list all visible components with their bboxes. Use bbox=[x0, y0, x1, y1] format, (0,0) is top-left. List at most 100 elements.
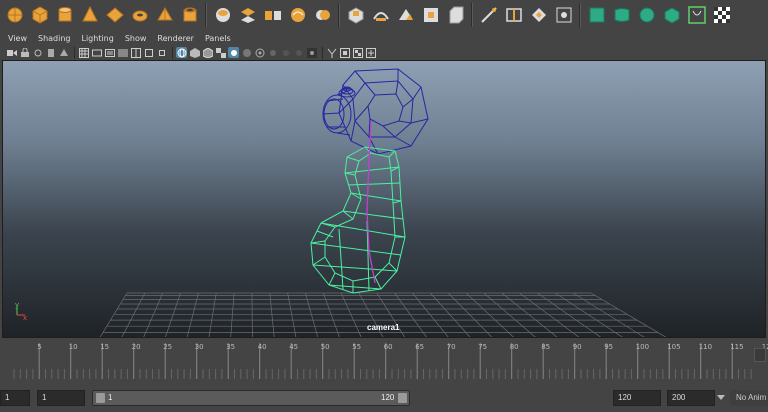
append-polygon-icon[interactable] bbox=[395, 4, 417, 26]
animation-start-field[interactable]: 1 bbox=[0, 390, 30, 406]
safe-action-icon[interactable] bbox=[143, 47, 154, 58]
bevel-icon[interactable] bbox=[445, 4, 467, 26]
motion-blur-icon[interactable] bbox=[280, 47, 291, 58]
shadows-icon[interactable] bbox=[241, 47, 252, 58]
booleans-icon[interactable] bbox=[312, 4, 334, 26]
extrude-icon[interactable] bbox=[345, 4, 367, 26]
poly-pyramid-icon[interactable] bbox=[154, 4, 176, 26]
perspective-viewport[interactable]: y x camera1 bbox=[2, 60, 766, 338]
poly-cube-icon[interactable] bbox=[29, 4, 51, 26]
gate-mask-icon[interactable] bbox=[117, 47, 128, 58]
timeline-tick-label: 5 bbox=[37, 343, 41, 351]
insert-edge-loop-icon[interactable] bbox=[503, 4, 525, 26]
uv-planar-icon[interactable] bbox=[586, 4, 608, 26]
shelf-toolbar bbox=[0, 0, 768, 30]
xray-joints-icon[interactable] bbox=[339, 47, 350, 58]
poly-torus-icon[interactable] bbox=[129, 4, 151, 26]
wireframe-icon[interactable] bbox=[176, 47, 187, 58]
anim-layer-dropdown-arrow-icon[interactable] bbox=[717, 395, 725, 400]
axis-indicator: y x bbox=[15, 301, 27, 322]
camera-model-wireframe[interactable] bbox=[322, 68, 429, 155]
lock-camera-icon[interactable] bbox=[19, 47, 30, 58]
combine-icon[interactable] bbox=[212, 4, 234, 26]
depth-of-field-icon[interactable] bbox=[306, 47, 317, 58]
film-gate-icon[interactable] bbox=[91, 47, 102, 58]
smooth-icon[interactable] bbox=[287, 4, 309, 26]
animation-end-field[interactable]: 200 bbox=[667, 390, 715, 406]
range-start-label: 1 bbox=[108, 393, 113, 402]
xray-active-icon[interactable] bbox=[352, 47, 363, 58]
menu-renderer[interactable]: Renderer bbox=[157, 34, 194, 43]
timeline-tick-label: 90 bbox=[573, 343, 582, 351]
range-end-handle[interactable] bbox=[398, 393, 407, 403]
time-slider-ruler[interactable]: 5 10 15 20 25 30 35 40 45 50 55 60 65 70 75 80 85 90 95 100… bbox=[0, 339, 768, 383]
textured-icon[interactable] bbox=[215, 47, 226, 58]
timeline-tick-label: 25 bbox=[163, 343, 172, 351]
menu-shading[interactable]: Shading bbox=[38, 34, 71, 43]
poly-sphere-icon[interactable] bbox=[4, 4, 26, 26]
timeline-tick-label: 40 bbox=[258, 343, 267, 351]
smooth-shade-icon[interactable] bbox=[189, 47, 200, 58]
timeline-tick-label: 95 bbox=[604, 343, 613, 351]
select-camera-icon[interactable] bbox=[6, 47, 17, 58]
timeline-tick-label: 15 bbox=[100, 343, 109, 351]
axis-y-label: y bbox=[15, 301, 19, 309]
range-slider-bar: 1 1 1 120 120 200 No Anim Layer bbox=[0, 384, 768, 412]
handle-model-wireframe[interactable] bbox=[310, 146, 406, 294]
merge-icon[interactable] bbox=[553, 4, 575, 26]
field-chart-icon[interactable] bbox=[130, 47, 141, 58]
separate-icon[interactable] bbox=[237, 4, 259, 26]
poly-pipe-icon[interactable] bbox=[179, 4, 201, 26]
uv-spherical-icon[interactable] bbox=[636, 4, 658, 26]
toolbar-divider bbox=[172, 46, 173, 59]
safe-title-icon[interactable] bbox=[156, 47, 167, 58]
time-slider-scroll-button[interactable] bbox=[754, 348, 766, 362]
menu-lighting[interactable]: Lighting bbox=[81, 34, 113, 43]
isolate-select-icon[interactable] bbox=[326, 47, 337, 58]
menu-view[interactable]: View bbox=[8, 34, 27, 43]
panel-menu-bar: View Shading Lighting Show Renderer Pane… bbox=[0, 31, 768, 45]
axis-x-label: x bbox=[23, 314, 27, 322]
image-plane-icon[interactable] bbox=[58, 47, 69, 58]
time-slider[interactable]: 5 10 15 20 25 30 35 40 45 50 55 60 65 70 75 80 85 90 95 100… bbox=[0, 339, 768, 383]
menu-show[interactable]: Show bbox=[125, 34, 147, 43]
poly-plane-icon[interactable] bbox=[104, 4, 126, 26]
uv-checker-icon[interactable] bbox=[711, 4, 733, 26]
use-all-lights-icon[interactable] bbox=[228, 47, 239, 58]
resolution-gate-icon[interactable] bbox=[104, 47, 115, 58]
scene-canvas[interactable]: y x bbox=[3, 61, 766, 338]
playback-end-field[interactable]: 120 bbox=[613, 390, 661, 406]
multi-cut-icon[interactable] bbox=[478, 4, 500, 26]
panel-toolbar bbox=[0, 45, 768, 60]
shelf-separator bbox=[205, 3, 207, 27]
fill-hole-icon[interactable] bbox=[420, 4, 442, 26]
wireframe-on-shaded-icon[interactable] bbox=[202, 47, 213, 58]
timeline-tick-label: 110 bbox=[699, 343, 712, 351]
timeline-tick-label: 55 bbox=[352, 343, 361, 351]
extract-icon[interactable] bbox=[262, 4, 284, 26]
grid-line bbox=[99, 292, 128, 337]
bookmarks-icon[interactable] bbox=[45, 47, 56, 58]
timeline-tick-label: 20 bbox=[132, 343, 141, 351]
uv-cylindrical-icon[interactable] bbox=[611, 4, 633, 26]
poly-cylinder-icon[interactable] bbox=[54, 4, 76, 26]
anim-layer-field[interactable]: No Anim Layer bbox=[730, 390, 768, 406]
ambient-occlusion-icon[interactable] bbox=[267, 47, 278, 58]
toolbar-divider bbox=[74, 46, 75, 59]
timeline-tick-label: 10 bbox=[69, 343, 78, 351]
uv-cut-icon[interactable] bbox=[686, 4, 708, 26]
playback-start-field[interactable]: 1 bbox=[37, 390, 85, 406]
poly-cone-icon[interactable] bbox=[79, 4, 101, 26]
camera-attributes-icon[interactable] bbox=[32, 47, 43, 58]
range-start-handle[interactable] bbox=[96, 393, 105, 403]
playback-range-slider[interactable]: 1 120 bbox=[92, 390, 410, 406]
menu-panels[interactable]: Panels bbox=[205, 34, 231, 43]
hud-icon[interactable] bbox=[365, 47, 376, 58]
xray-icon[interactable] bbox=[254, 47, 265, 58]
uv-automatic-icon[interactable] bbox=[661, 4, 683, 26]
offset-edge-loop-icon[interactable] bbox=[528, 4, 550, 26]
grid-icon[interactable] bbox=[78, 47, 89, 58]
camera-name-label: camera1 bbox=[367, 323, 400, 332]
anti-aliasing-icon[interactable] bbox=[293, 47, 304, 58]
bridge-icon[interactable] bbox=[370, 4, 392, 26]
